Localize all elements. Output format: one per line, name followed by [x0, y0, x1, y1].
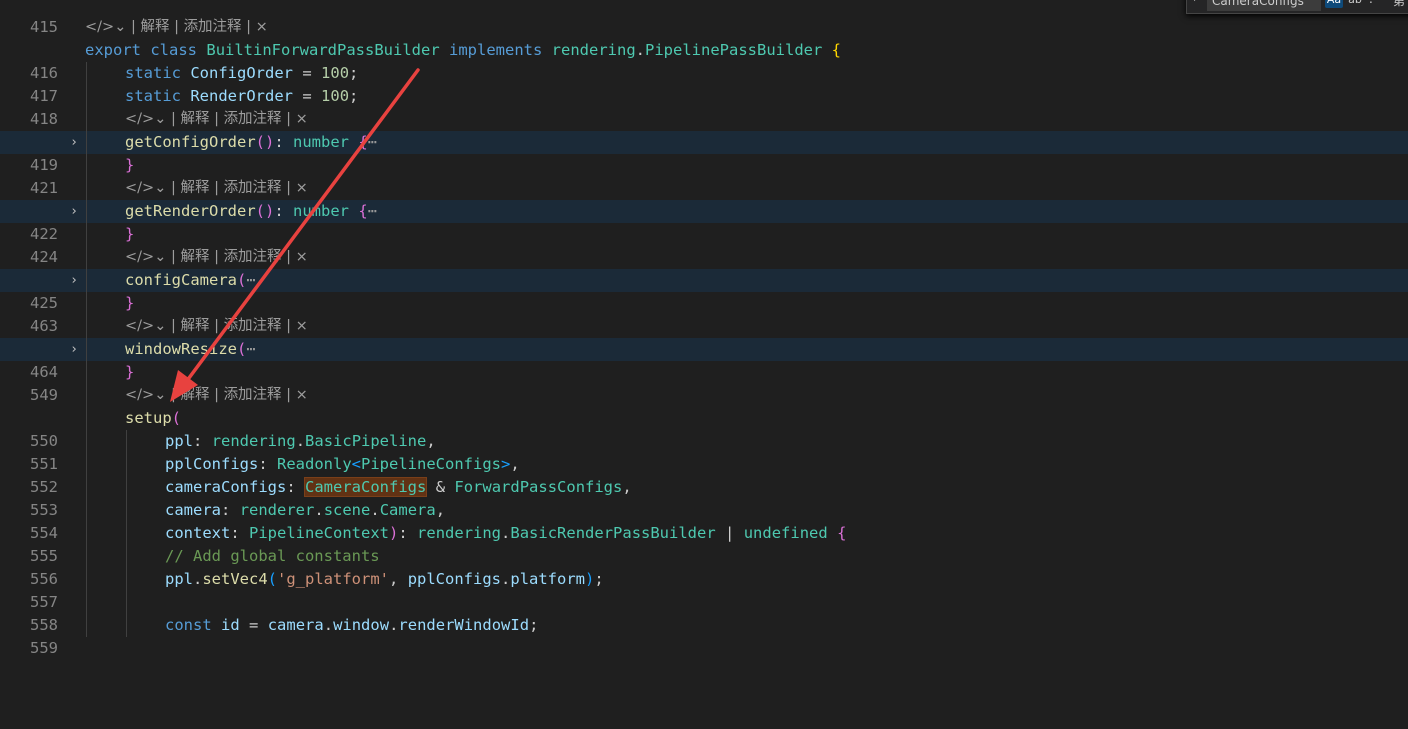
code-line[interactable]: 417 static ConfigOrder = 100;	[0, 62, 1408, 105]
separator: |	[170, 387, 176, 403]
separator: |	[214, 111, 219, 127]
add-comment-link[interactable]: 添加注释	[224, 111, 282, 127]
code-line[interactable]: 550 setup(	[0, 407, 1408, 450]
fold-expand-icon[interactable]: ›	[66, 131, 82, 154]
code-line[interactable]: 419 › getConfigOrder(): number {⋯	[0, 131, 1408, 174]
code-line[interactable]: 559 const id = camera.window.renderWindo…	[0, 614, 1408, 657]
code-line[interactable]: 424 }	[0, 223, 1408, 266]
code-line[interactable]: 555 context: PipelineContext): rendering…	[0, 522, 1408, 565]
add-comment-link[interactable]: 添加注释	[224, 249, 282, 265]
close-icon[interactable]: ×	[256, 19, 268, 35]
folded-ellipsis[interactable]: ⋯	[368, 202, 377, 220]
close-icon[interactable]: ×	[296, 318, 308, 334]
code-line[interactable]: 552 pplConfigs: Readonly<PipelineConfigs…	[0, 453, 1408, 496]
line-number: 559	[30, 639, 58, 657]
folded-ellipsis[interactable]: ⋯	[246, 271, 255, 289]
code-icon[interactable]: </>	[125, 249, 154, 265]
explain-link[interactable]: 解释	[180, 111, 209, 127]
chevron-down-icon[interactable]: ⌄	[154, 111, 166, 127]
close-icon[interactable]: ×	[296, 387, 308, 403]
code-line[interactable]: 463 }	[0, 292, 1408, 335]
separator: |	[170, 180, 176, 196]
separator: |	[174, 19, 179, 35]
codelens-row: </>⌄ | 解释 | 添加注释 | ×	[0, 384, 1408, 407]
separator: |	[170, 249, 176, 265]
chevron-down-icon[interactable]: ⌄	[154, 318, 166, 334]
fold-expand-icon[interactable]: ›	[66, 338, 82, 361]
code-line[interactable]: 418 static RenderOrder = 100;	[0, 85, 1408, 128]
find-input[interactable]: CameraConfigs	[1207, 0, 1321, 11]
code-icon[interactable]: </>	[125, 318, 154, 334]
match-case-toggle[interactable]: Aa	[1325, 0, 1343, 8]
fold-expand-icon[interactable]: ›	[66, 269, 82, 292]
codelens-row: </>⌄ | 解释 | 添加注释 | ×	[0, 315, 1408, 338]
separator: |	[214, 180, 219, 196]
chevron-right-icon[interactable]: ›	[1193, 0, 1198, 5]
separator: |	[246, 19, 252, 35]
close-icon[interactable]: ×	[296, 249, 308, 265]
match-whole-word-toggle[interactable]: ab	[1346, 0, 1364, 8]
separator: |	[214, 318, 219, 334]
code-line[interactable]: 464 › windowResize(⋯	[0, 338, 1408, 381]
code-line[interactable]: 551 ppl: rendering.BasicPipeline,	[0, 430, 1408, 473]
fold-expand-icon[interactable]: ›	[66, 200, 82, 223]
add-comment-link[interactable]: 添加注释	[224, 387, 282, 403]
chevron-down-icon[interactable]: ⌄	[154, 249, 166, 265]
regex-toggle[interactable]: .*	[1369, 0, 1379, 6]
chevron-down-icon[interactable]: ⌄	[154, 180, 166, 196]
codelens-row: </>⌄ | 解释 | 添加注释 | ×	[0, 246, 1408, 269]
separator: |	[170, 318, 176, 334]
close-icon[interactable]: ×	[296, 111, 308, 127]
separator: |	[214, 249, 219, 265]
find-widget: › CameraConfigs Aa ab .* 第 1 项，共 5	[1186, 0, 1408, 14]
separator: |	[130, 19, 136, 35]
separator: |	[286, 180, 292, 196]
explain-link[interactable]: 解释	[140, 19, 169, 35]
explain-link[interactable]: 解释	[180, 180, 209, 196]
add-comment-link[interactable]: 添加注释	[184, 19, 242, 35]
code-line[interactable]: 554 camera: renderer.scene.Camera,	[0, 499, 1408, 542]
folded-ellipsis[interactable]: ⋯	[246, 340, 255, 358]
code-editor[interactable]: 415 </>⌄ | 解释 | 添加注释 | × 416 export clas…	[0, 0, 1408, 657]
find-result-count: 第 1 项，共 5	[1393, 0, 1408, 8]
add-comment-link[interactable]: 添加注释	[224, 180, 282, 196]
code-line[interactable]: 557 ppl.setVec4('g_platform', pplConfigs…	[0, 568, 1408, 611]
explain-link[interactable]: 解释	[180, 249, 209, 265]
explain-link[interactable]: 解释	[180, 387, 209, 403]
separator: |	[214, 387, 219, 403]
codelens-row: </>⌄ | 解释 | 添加注释 | ×	[0, 177, 1408, 200]
code-icon[interactable]: </>	[125, 111, 154, 127]
code-icon[interactable]: </>	[85, 19, 114, 35]
separator: |	[286, 111, 292, 127]
explain-link[interactable]: 解释	[180, 318, 209, 334]
codelens-row: </>⌄ | 解释 | 添加注释 | ×	[0, 108, 1408, 131]
code-line[interactable]: 416 export class BuiltinForwardPassBuild…	[0, 39, 1408, 82]
separator: |	[170, 111, 176, 127]
codelens-row: </>⌄ | 解释 | 添加注释 | ×	[0, 16, 1408, 39]
code-line[interactable]: 422 › getRenderOrder(): number {⋯	[0, 200, 1408, 243]
code-line[interactable]: 558	[0, 591, 1408, 634]
code-line[interactable]: 549 }	[0, 361, 1408, 404]
chevron-down-icon[interactable]: ⌄	[114, 19, 126, 35]
code-line[interactable]: 421 }	[0, 154, 1408, 197]
close-icon[interactable]: ×	[296, 180, 308, 196]
folded-ellipsis[interactable]: ⋯	[368, 133, 377, 151]
separator: |	[286, 318, 292, 334]
code-line[interactable]: 425 › configCamera(⋯	[0, 269, 1408, 312]
code-icon[interactable]: </>	[125, 387, 154, 403]
code-icon[interactable]: </>	[125, 180, 154, 196]
code-line[interactable]: 553 cameraConfigs: CameraConfigs & Forwa…	[0, 476, 1408, 519]
code-line[interactable]: 556 // Add global constants	[0, 545, 1408, 588]
search-match-highlight: CameraConfigs	[304, 477, 428, 497]
separator: |	[286, 249, 292, 265]
chevron-down-icon[interactable]: ⌄	[154, 387, 166, 403]
add-comment-link[interactable]: 添加注释	[224, 318, 282, 334]
separator: |	[286, 387, 292, 403]
